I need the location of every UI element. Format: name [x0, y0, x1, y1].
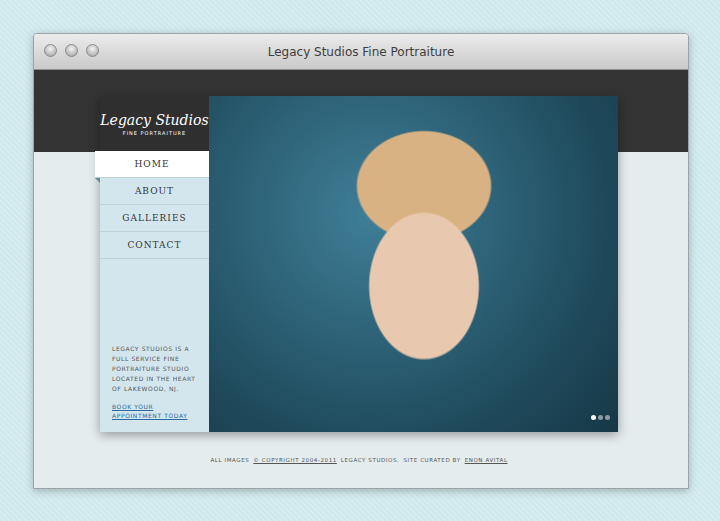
footer-text: ALL IMAGES: [210, 457, 249, 463]
footer-text: SITE CURATED BY: [403, 457, 460, 463]
nav-item[interactable]: GALLERIES: [100, 205, 209, 232]
nav-item[interactable]: HOME: [95, 151, 209, 178]
nav-item[interactable]: ABOUT: [100, 178, 209, 205]
page: Legacy Studios FINE PORTRAITURE HOMEABOUTG…: [34, 70, 688, 488]
nav: HOMEABOUTGALLERIESCONTACT: [100, 151, 209, 259]
close-button[interactable]: [44, 44, 57, 57]
title-bar: Legacy Studios Fine Portraiture: [34, 34, 688, 70]
slide-dots: [591, 415, 610, 420]
nav-item[interactable]: CONTACT: [100, 232, 209, 259]
window-controls: [44, 44, 99, 57]
appointment-link[interactable]: BOOK YOUR APPOINTMENT TODAY: [100, 394, 209, 432]
browser-window: Legacy Studios Fine Portraiture Legacy St…: [33, 33, 689, 489]
slide-dot[interactable]: [605, 415, 610, 420]
slide-dot[interactable]: [598, 415, 603, 420]
minimize-button[interactable]: [65, 44, 78, 57]
credit-link[interactable]: ENON AVITAL: [465, 457, 508, 463]
slide-dot[interactable]: [591, 415, 596, 420]
hero-photo: [209, 96, 618, 432]
footer-text: LEGACY STUDIOS.: [341, 457, 400, 463]
copyright-link[interactable]: © COPYRIGHT 2004-2011: [253, 457, 337, 463]
logo-name: Legacy Studios: [100, 112, 208, 128]
footer: ALL IMAGES © COPYRIGHT 2004-2011 LEGACY ST…: [100, 457, 618, 463]
sidebar: Legacy Studios FINE PORTRAITURE HOMEABOUTG…: [100, 96, 209, 432]
logo-tagline: FINE PORTRAITURE: [123, 130, 186, 136]
desktop: Legacy Studios Fine Portraiture Legacy St…: [0, 0, 720, 521]
logo[interactable]: Legacy Studios FINE PORTRAITURE: [100, 96, 209, 151]
site: Legacy Studios FINE PORTRAITURE HOMEABOUTG…: [100, 96, 618, 432]
about-text: LEGACY STUDIOS IS A FULL SERVICE FINE PO…: [100, 344, 209, 394]
window-title: Legacy Studios Fine Portraiture: [268, 45, 455, 59]
zoom-button[interactable]: [86, 44, 99, 57]
